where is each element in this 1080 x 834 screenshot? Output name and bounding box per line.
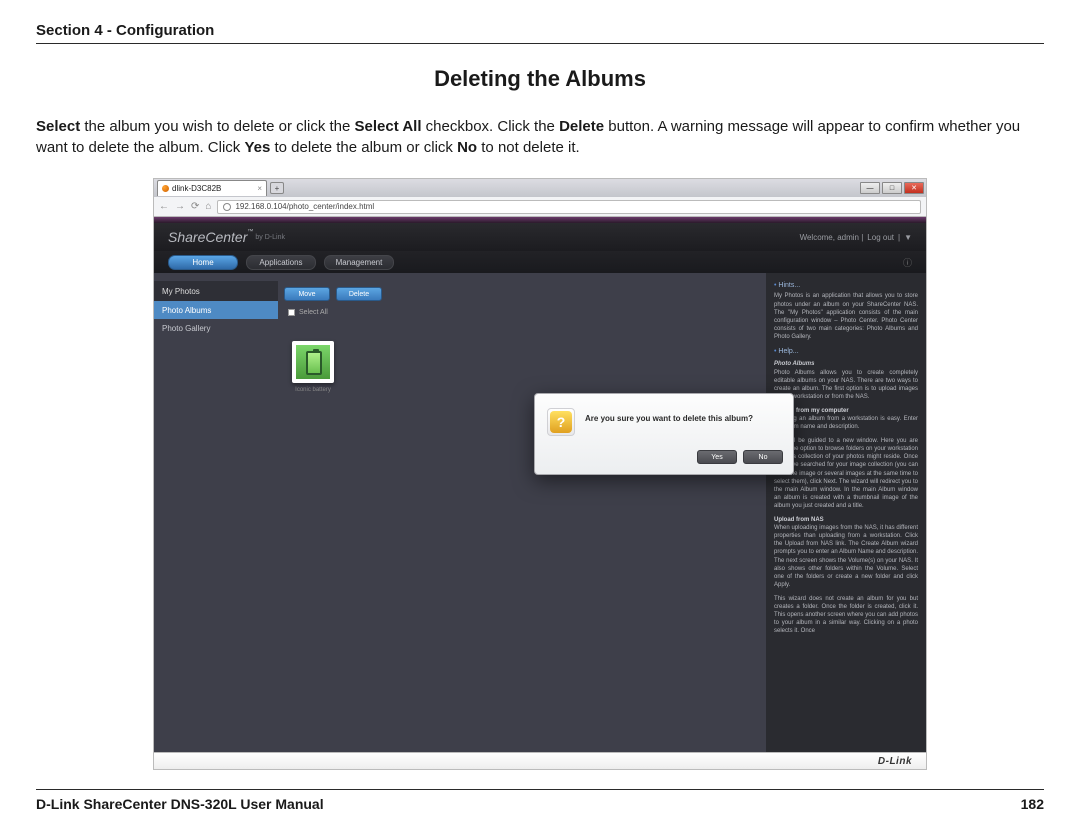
brand-row: ShareCenter™ by D-Link Welcome, admin | …: [154, 223, 926, 251]
move-button[interactable]: Move: [284, 287, 330, 301]
browser-url-bar: ← → ⟳ ⌂ 192.168.0.104/photo_center/index…: [154, 197, 926, 217]
divider: [36, 43, 1044, 44]
address-field[interactable]: 192.168.0.104/photo_center/index.html: [217, 200, 921, 214]
help-sub-upload-computer: Upload from my computer: [774, 407, 918, 415]
section-header: Section 4 - Configuration: [36, 22, 1044, 39]
help-body-5: This wizard does not create an album for…: [774, 595, 918, 635]
brand-logo: ShareCenter™: [168, 229, 253, 245]
delete-button[interactable]: Delete: [336, 287, 382, 301]
embedded-screenshot: dlink-D3C82B × + — □ ✕ ← → ⟳ ⌂ 192.168.0…: [153, 178, 927, 770]
dlink-logo: D-Link: [878, 756, 912, 767]
album-item[interactable]: Iconic battery: [288, 341, 338, 393]
page-title: Deleting the Albums: [36, 66, 1044, 92]
favicon-icon: [162, 185, 169, 192]
hints-heading: Hints...: [774, 281, 918, 290]
select-all-checkbox[interactable]: [288, 309, 295, 316]
help-sub-upload-nas: Upload from NAS: [774, 516, 918, 524]
close-window-icon[interactable]: ✕: [904, 182, 924, 194]
help-body-4: When uploading images from the NAS, it h…: [774, 524, 918, 589]
footer-manual-name: D-Link ShareCenter DNS-320L User Manual: [36, 796, 324, 812]
main-panel: Move Delete Select All Iconic battery: [278, 273, 766, 752]
page-number: 182: [1021, 796, 1044, 812]
dialog-no-button[interactable]: No: [743, 450, 783, 464]
home-icon[interactable]: ⌂: [205, 201, 211, 212]
main-nav: Home Applications Management ⓘ: [154, 251, 926, 273]
confirm-dialog: ? Are you sure you want to delete this a…: [534, 393, 794, 475]
help-body-1: Photo Albums allows you to create comple…: [774, 369, 918, 401]
help-sub-photo-albums: Photo Albums: [774, 360, 918, 368]
help-heading: Help...: [774, 347, 918, 356]
help-body-3: You will be guided to a new window. Here…: [774, 437, 918, 510]
forward-icon[interactable]: →: [175, 201, 185, 212]
back-icon[interactable]: ←: [159, 201, 169, 212]
nav-applications[interactable]: Applications: [246, 255, 316, 270]
sidebar-item-photo-gallery[interactable]: Photo Gallery: [154, 319, 278, 337]
sidebar-header: My Photos: [154, 281, 278, 301]
new-tab-button[interactable]: +: [270, 182, 284, 194]
dropdown-icon[interactable]: ▼: [904, 233, 912, 242]
help-panel: Hints... My Photos is an application tha…: [766, 273, 926, 752]
globe-icon: [223, 203, 231, 211]
browser-tab[interactable]: dlink-D3C82B ×: [157, 180, 267, 196]
reload-icon[interactable]: ⟳: [191, 201, 199, 212]
footer-rule: [36, 789, 1044, 790]
battery-icon: [306, 351, 322, 375]
brand-sub-label: by D-Link: [255, 234, 285, 241]
logout-link[interactable]: Log out: [867, 233, 894, 242]
instruction-paragraph: Select the album you wish to delete or c…: [36, 116, 1044, 158]
browser-tab-bar: dlink-D3C82B × + — □ ✕: [154, 179, 926, 197]
nav-management[interactable]: Management: [324, 255, 394, 270]
maximize-icon[interactable]: □: [882, 182, 902, 194]
url-text: 192.168.0.104/photo_center/index.html: [235, 202, 374, 211]
question-icon: ?: [550, 411, 572, 433]
welcome-label: Welcome, admin |: [800, 233, 864, 242]
app-footer: D-Link: [154, 752, 926, 769]
close-tab-icon[interactable]: ×: [257, 184, 262, 193]
album-name-label: Iconic battery: [288, 387, 338, 393]
select-all-label: Select All: [299, 309, 328, 316]
dialog-message: Are you sure you want to delete this alb…: [585, 408, 753, 436]
dialog-icon-frame: ?: [547, 408, 575, 436]
nav-home[interactable]: Home: [168, 255, 238, 270]
help-body-2: Creating an album from a workstation is …: [774, 415, 918, 431]
dialog-yes-button[interactable]: Yes: [697, 450, 737, 464]
divider-pipe: |: [898, 233, 900, 242]
tab-title-label: dlink-D3C82B: [172, 184, 221, 193]
sidebar-item-photo-albums[interactable]: Photo Albums: [154, 301, 278, 319]
sidebar: My Photos Photo Albums Photo Gallery: [154, 273, 278, 752]
help-icon[interactable]: ⓘ: [903, 256, 912, 269]
minimize-icon[interactable]: —: [860, 182, 880, 194]
hints-body: My Photos is an application that allows …: [774, 292, 918, 341]
album-thumbnail: [292, 341, 334, 383]
